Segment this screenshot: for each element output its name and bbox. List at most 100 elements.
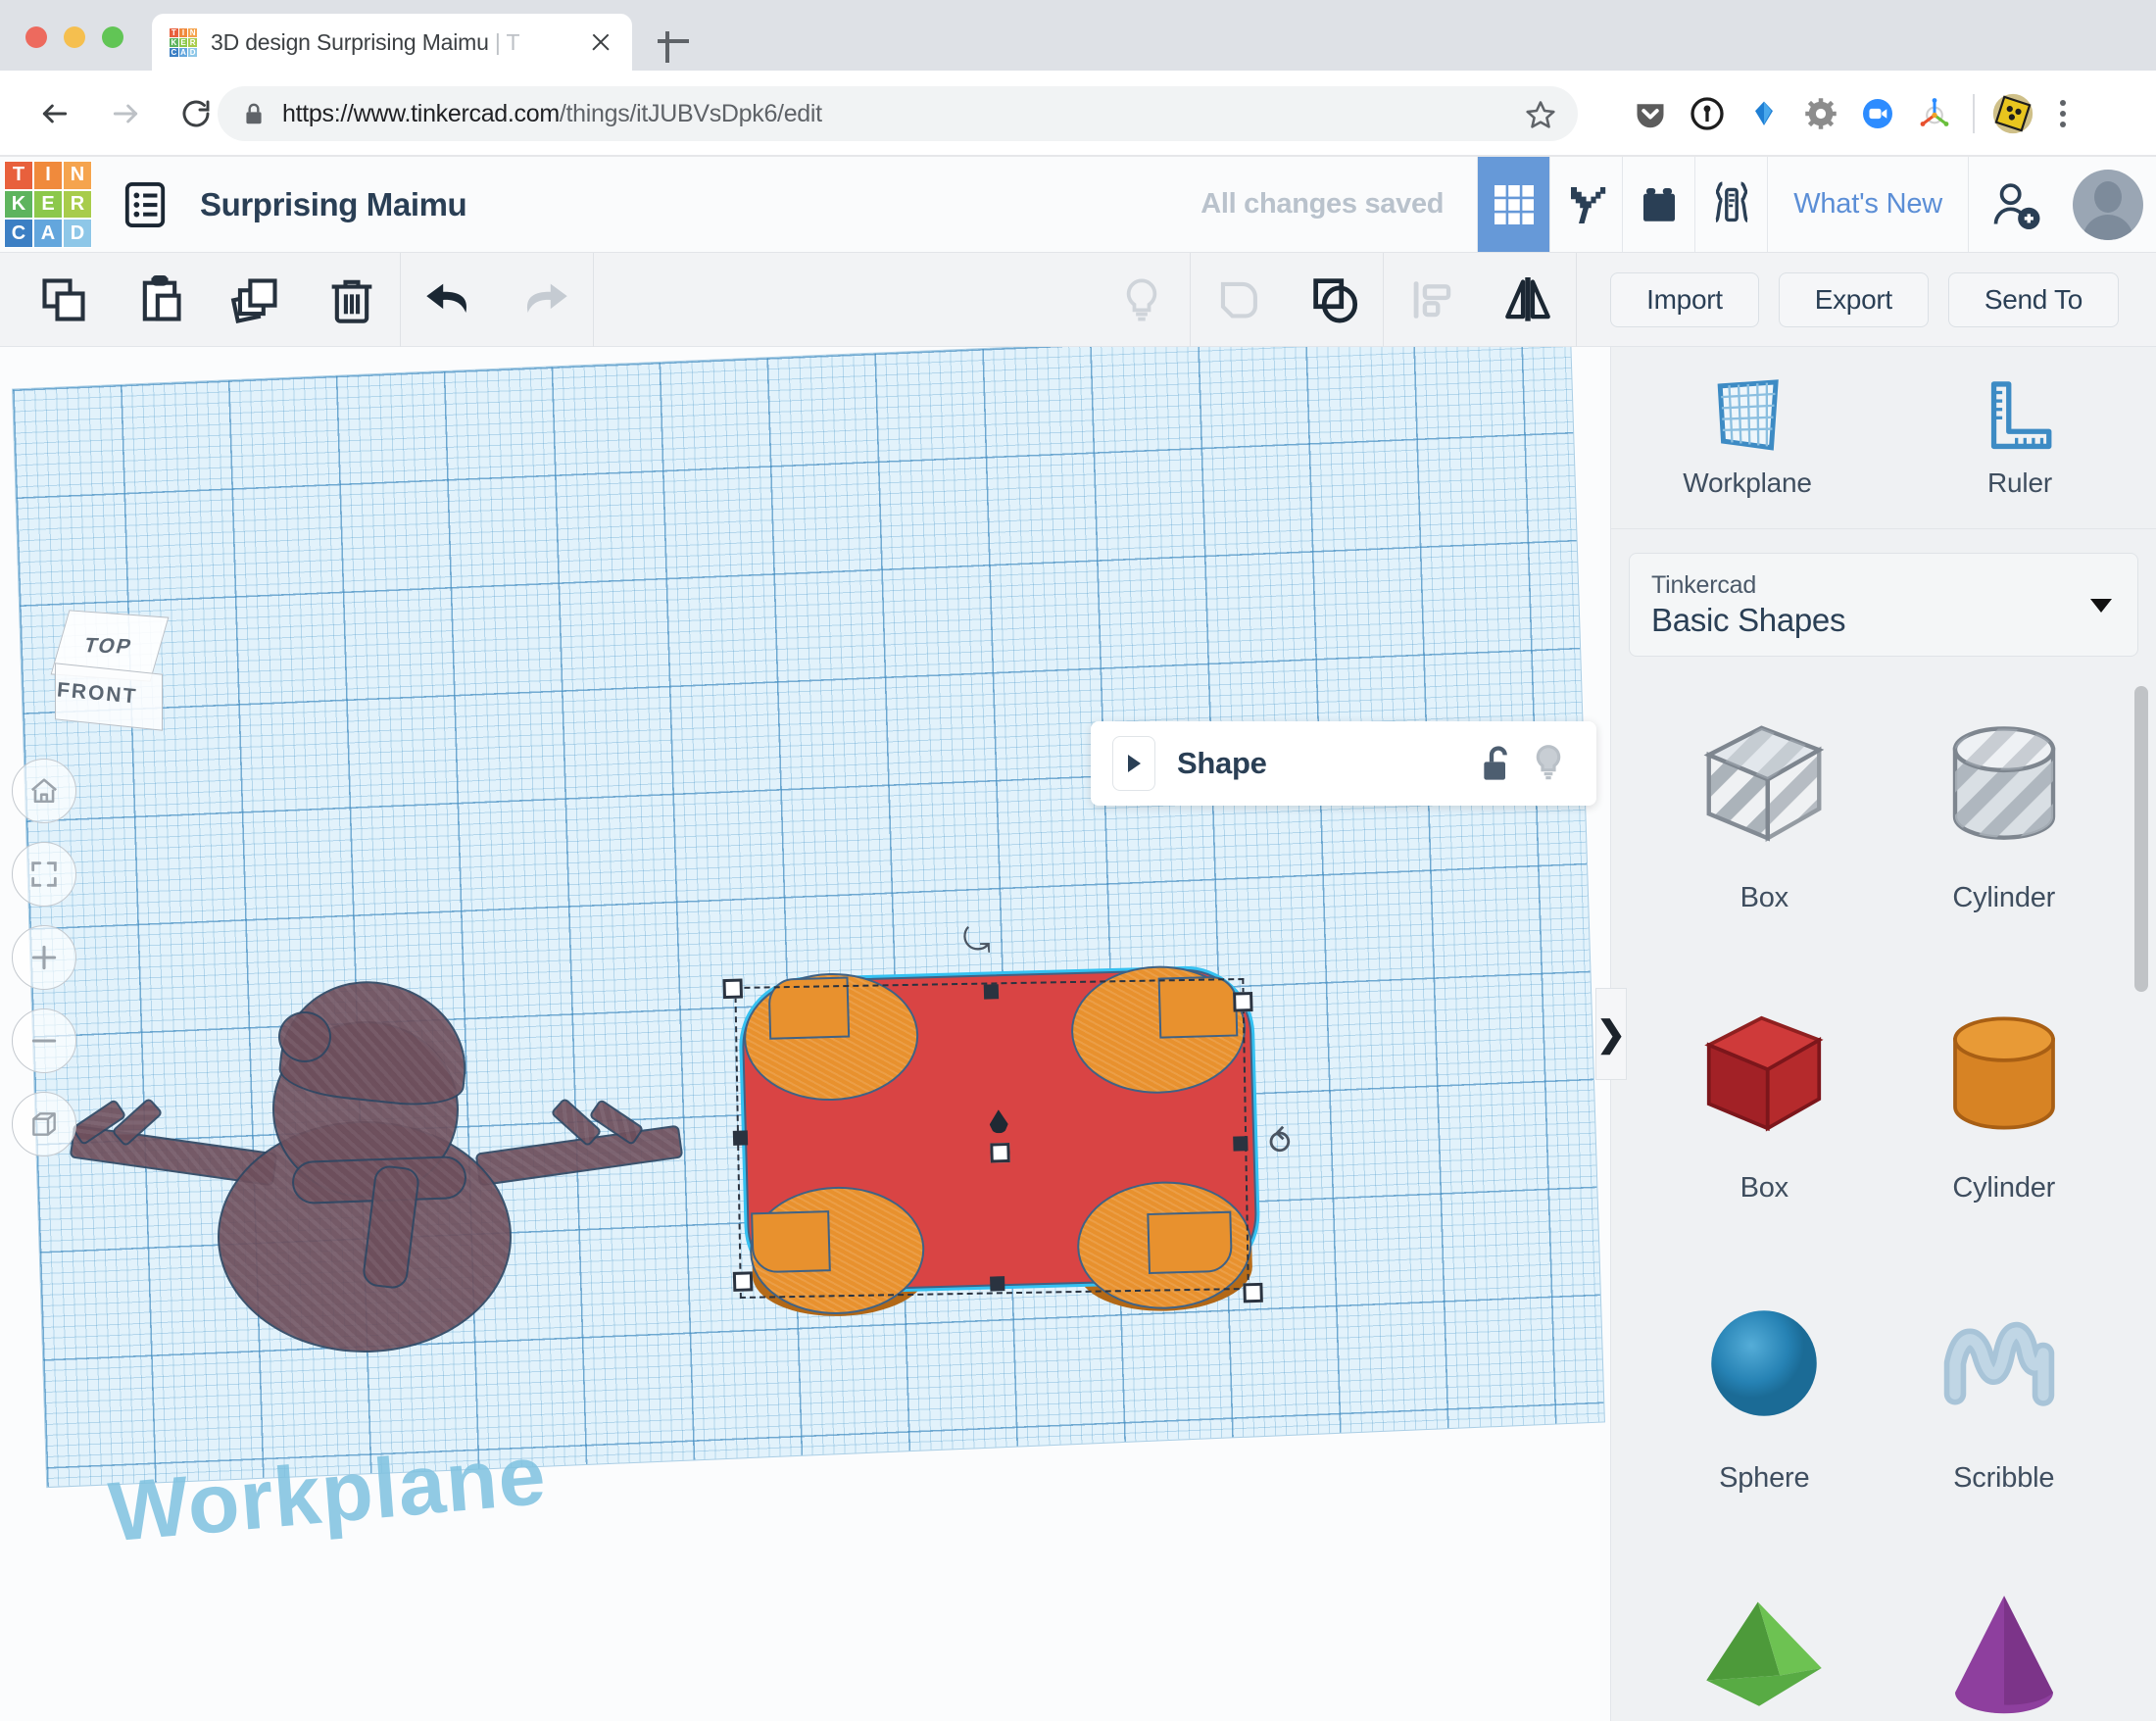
library-source-label: Tinkercad	[1651, 571, 2116, 600]
redo-arrow-icon[interactable]	[497, 253, 593, 347]
url-path: /things/itJUBVsDpk6/edit	[560, 100, 822, 127]
zoom-out-button[interactable]	[12, 1008, 76, 1073]
ruler-tool-label: Ruler	[1987, 467, 2052, 499]
logo-cell: A	[33, 219, 63, 248]
tab-title-truncated: | T	[489, 29, 520, 55]
close-window-button[interactable]	[25, 26, 47, 48]
shape-item-sphere[interactable]: Sphere	[1644, 1270, 1885, 1533]
reload-icon[interactable]	[171, 88, 221, 139]
logo-cell: K	[4, 190, 33, 220]
paste-clipboard-icon[interactable]	[112, 253, 208, 347]
invite-person-icon[interactable]	[1968, 157, 2060, 252]
zoom-in-button[interactable]	[12, 925, 76, 990]
url-text: https://www.tinkercad.com/things/itJUBVs…	[282, 100, 822, 128]
lightbulb-icon[interactable]	[1522, 742, 1575, 785]
sidebar-scrollbar[interactable]	[2134, 686, 2148, 992]
shape-item-hole-cylinder[interactable]: Cylinder	[1885, 690, 2125, 953]
trash-icon[interactable]	[304, 253, 400, 347]
tinkercad-logo[interactable]: TINKERCAD	[0, 157, 98, 252]
group-shape-icon[interactable]	[1191, 253, 1287, 347]
resize-handle-bottom[interactable]	[990, 1276, 1004, 1291]
ruler-tool[interactable]: Ruler	[1884, 347, 2156, 528]
design-canvas[interactable]: Workplane	[0, 347, 1610, 1721]
extension-divider	[1973, 94, 1975, 133]
pocket-extension-icon[interactable]	[1622, 90, 1679, 137]
favicon-cell: R	[188, 38, 197, 47]
star-icon[interactable]	[1525, 99, 1556, 135]
shape-item-label: Cylinder	[1952, 1172, 2055, 1205]
ungroup-shape-icon[interactable]	[1287, 253, 1383, 347]
kebab-menu-icon[interactable]	[2041, 90, 2084, 137]
export-button[interactable]: Export	[1779, 272, 1929, 327]
settings-gear-extension-icon[interactable]	[1792, 90, 1849, 137]
autodesk-viewer-extension-icon[interactable]	[1906, 90, 1963, 137]
undo-arrow-icon[interactable]	[401, 253, 497, 347]
align-icon[interactable]	[1384, 253, 1480, 347]
workplane-tool[interactable]: Workplane	[1611, 347, 1884, 528]
resize-handle-left[interactable]	[733, 1130, 748, 1145]
code-braces-icon[interactable]	[1694, 157, 1767, 252]
address-bar[interactable]: https://www.tinkercad.com/things/itJUBVs…	[218, 86, 1578, 141]
hole-cylinder-icon	[1931, 690, 2078, 876]
resize-handle-right[interactable]	[1233, 1136, 1248, 1151]
mirror-flip-icon[interactable]	[1480, 253, 1576, 347]
shape-item-scribble[interactable]: Scribble	[1885, 1270, 2125, 1533]
grid-view-tool[interactable]	[1477, 157, 1549, 252]
expand-caret-icon[interactable]	[1112, 736, 1155, 791]
list-panel-icon[interactable]	[98, 157, 192, 252]
resize-handle-top[interactable]	[984, 984, 999, 999]
workplane-watermark: Workplane	[106, 1427, 550, 1562]
shape-panel-title: Shape	[1177, 746, 1469, 781]
shape-item-solid-cylinder[interactable]: Cylinder	[1885, 980, 2125, 1243]
logo-cell: C	[4, 219, 33, 248]
rotate-handle-right[interactable]: ⥀	[1268, 1123, 1292, 1163]
shape-item-label: Cylinder	[1952, 882, 2055, 914]
shape-item-roof[interactable]: Roof	[1644, 1560, 1885, 1721]
resize-handle-tl[interactable]	[722, 979, 743, 1000]
collapse-sidebar-button[interactable]: ❯	[1595, 988, 1627, 1080]
close-icon[interactable]	[587, 28, 614, 56]
lego-brick-icon[interactable]	[1622, 157, 1694, 252]
shapes-sidebar: Workplane Ruler Tinkercad Basic Shapes B…	[1610, 347, 2156, 1721]
resize-handle-br[interactable]	[1243, 1283, 1263, 1303]
zoom-extension-icon[interactable]	[1849, 90, 1906, 137]
forward-arrow-icon[interactable]	[100, 88, 151, 139]
snowman-shape[interactable]	[147, 974, 608, 1337]
back-arrow-icon[interactable]	[29, 88, 80, 139]
duplicate-layers-icon[interactable]	[208, 253, 304, 347]
ortho-perspective-button[interactable]	[12, 1092, 76, 1156]
shape-properties-panel[interactable]: Shape	[1091, 721, 1596, 806]
favicon-cell: A	[179, 48, 188, 57]
pickaxe-icon[interactable]	[1549, 157, 1622, 252]
maximize-window-button[interactable]	[102, 26, 123, 48]
import-button[interactable]: Import	[1610, 272, 1759, 327]
view-cube[interactable]: TOP FRONT	[47, 614, 184, 741]
browser-tab[interactable]: TINKERCAD 3D design Surprising Maimu | T	[152, 14, 632, 71]
copy-button[interactable]	[16, 253, 112, 347]
send-to-button[interactable]: Send To	[1948, 272, 2119, 327]
home-view-button[interactable]	[12, 759, 76, 823]
sidebar-tools: Workplane Ruler	[1611, 347, 2156, 529]
minimize-window-button[interactable]	[64, 26, 85, 48]
new-tab-button[interactable]	[652, 20, 695, 63]
shape-library-dropdown[interactable]: Tinkercad Basic Shapes	[1629, 553, 2138, 657]
onepassword-extension-icon[interactable]	[1679, 90, 1736, 137]
library-name-label: Basic Shapes	[1651, 602, 2116, 639]
fit-to-view-button[interactable]	[12, 842, 76, 907]
rotate-handle-top[interactable]: ⤿	[962, 921, 991, 960]
toolbar-divider-5	[1576, 253, 1577, 347]
rounded-box-with-cylinders[interactable]: ⤿ ⥀	[739, 967, 1281, 1443]
shape-item-label: Box	[1740, 1172, 1788, 1205]
cluster-badge-extension-icon[interactable]	[1984, 90, 2041, 137]
unlocked-padlock-icon[interactable]	[1469, 742, 1522, 785]
resize-handle-bl[interactable]	[733, 1271, 754, 1292]
whats-new-link[interactable]: What's New	[1767, 157, 1968, 252]
shape-item-cone[interactable]: Cone	[1885, 1560, 2125, 1721]
shape-item-solid-box[interactable]: Box	[1644, 980, 1885, 1243]
resize-handle-tr[interactable]	[1233, 992, 1253, 1012]
lightbulb-icon[interactable]	[1094, 253, 1190, 347]
shape-item-hole-box[interactable]: Box	[1644, 690, 1885, 953]
vivino-extension-icon[interactable]	[1736, 90, 1792, 137]
browser-extensions	[1622, 90, 2084, 137]
user-avatar[interactable]	[2060, 157, 2156, 252]
